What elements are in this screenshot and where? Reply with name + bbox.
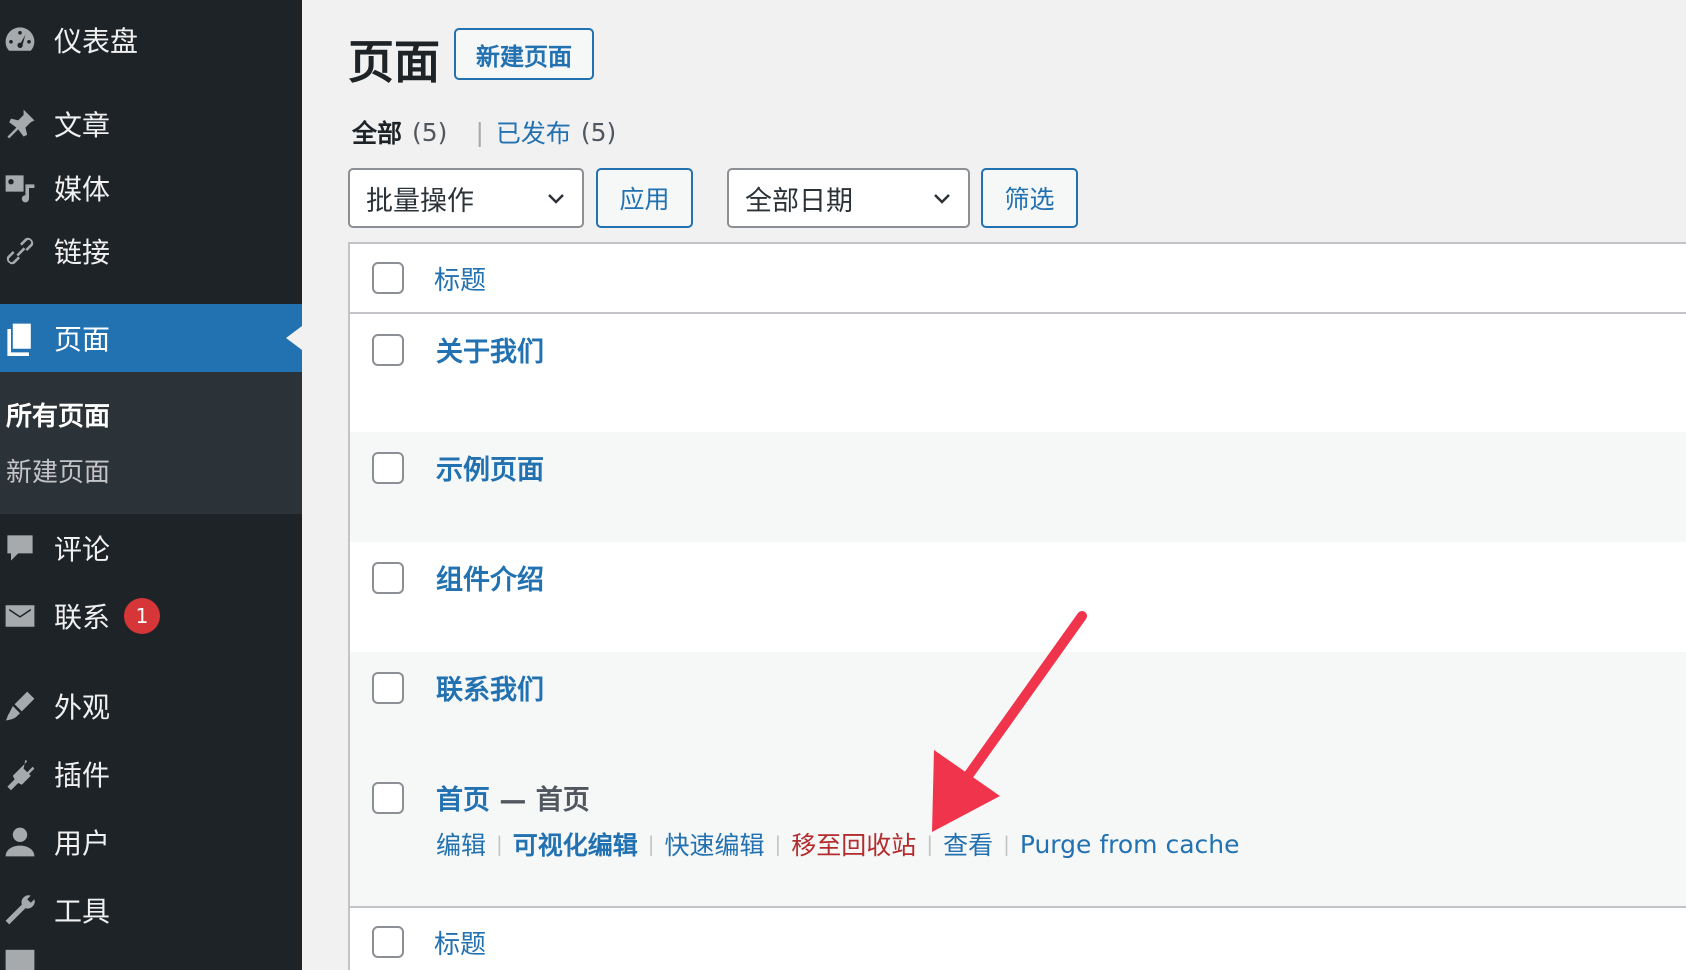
action-separator: | xyxy=(774,832,782,856)
sidebar-item-dashboard[interactable]: 仪表盘 xyxy=(0,6,302,74)
sidebar-item-links[interactable]: 链接 xyxy=(0,217,302,285)
date-filter-value: 全部日期 xyxy=(745,185,853,217)
row-checkbox[interactable] xyxy=(372,334,404,366)
dashboard-icon xyxy=(0,20,40,60)
sidebar-item-pages[interactable]: 页面 xyxy=(0,304,302,372)
annotation-arrow-icon xyxy=(932,611,1087,832)
chevron-down-icon xyxy=(934,194,950,204)
pages-submenu: 所有页面 新建页面 xyxy=(0,372,302,514)
sidebar-item-label: 联系 xyxy=(54,601,111,634)
view-all-count: (5) xyxy=(412,117,448,147)
apply-button[interactable]: 应用 xyxy=(596,168,693,228)
filter-button[interactable]: 筛选 xyxy=(981,168,1078,228)
media-icon xyxy=(0,168,40,208)
plugin-icon xyxy=(0,754,40,794)
view-filters: 全部 (5) | 已发布 (5) xyxy=(352,114,616,150)
sidebar-item-label: 媒体 xyxy=(54,173,111,206)
sidebar-item-settings-partial[interactable] xyxy=(0,944,302,970)
table-header: 标题 xyxy=(350,244,1686,314)
pin-icon xyxy=(0,104,40,144)
page-icon xyxy=(0,318,40,358)
sidebar-item-label: 页面 xyxy=(54,323,111,356)
select-all-checkbox[interactable] xyxy=(372,262,404,294)
quick-edit-link[interactable]: 快速编辑 xyxy=(665,826,765,862)
sidebar-item-users[interactable]: 用户 xyxy=(0,808,302,876)
sidebar-item-posts[interactable]: 文章 xyxy=(0,90,302,158)
view-published[interactable]: 已发布 xyxy=(496,114,571,150)
add-new-page-button[interactable]: 新建页面 xyxy=(454,28,594,80)
view-published-count: (5) xyxy=(580,117,617,147)
sidebar-item-label: 链接 xyxy=(54,236,111,269)
row-title-link[interactable]: 组件介绍 xyxy=(436,558,544,597)
link-icon xyxy=(0,231,40,271)
main-content: 页面 新建页面 全部 (5) | 已发布 (5) 批量操作 应用 全部日期 筛选… xyxy=(302,0,1686,970)
date-filter-select[interactable]: 全部日期 xyxy=(727,168,970,228)
sidebar-item-comments[interactable]: 评论 xyxy=(0,514,302,582)
action-separator: | xyxy=(647,832,655,856)
row-checkbox[interactable] xyxy=(372,672,404,704)
view-all[interactable]: 全部 xyxy=(352,114,402,150)
sidebar-item-label: 插件 xyxy=(54,759,111,792)
wrench-icon xyxy=(0,890,40,930)
brush-icon xyxy=(0,686,40,726)
page-title: 页面 xyxy=(348,35,440,89)
sidebar-item-contact[interactable]: 联系 1 xyxy=(0,582,302,650)
sidebar-item-label: 仪表盘 xyxy=(54,25,139,58)
sidebar-item-tools[interactable]: 工具 xyxy=(0,876,302,944)
mail-icon xyxy=(0,596,40,636)
column-footer-title[interactable]: 标题 xyxy=(434,924,486,961)
chevron-down-icon xyxy=(548,194,564,204)
bulk-actions-select[interactable]: 批量操作 xyxy=(348,168,584,228)
view-separator: | xyxy=(475,117,484,147)
sidebar-item-label: 工具 xyxy=(54,895,111,928)
bulk-actions-value: 批量操作 xyxy=(366,185,474,217)
trash-link[interactable]: 移至回收站 xyxy=(791,826,916,862)
table-row: 关于我们 xyxy=(350,314,1686,432)
edit-link[interactable]: 编辑 xyxy=(436,826,486,862)
comment-icon xyxy=(0,528,40,568)
sidebar-item-label: 文章 xyxy=(54,109,111,142)
column-header-title[interactable]: 标题 xyxy=(434,260,486,297)
row-checkbox[interactable] xyxy=(372,562,404,594)
admin-sidebar: 仪表盘 文章 媒体 链接 页面 所有页面 新建页面 评论 联系 1 外观 插件 … xyxy=(0,0,302,970)
sidebar-item-label: 评论 xyxy=(54,533,111,566)
post-state: — 首页 xyxy=(490,785,590,816)
visual-edit-link[interactable]: 可视化编辑 xyxy=(513,826,638,862)
submenu-new-page[interactable]: 新建页面 xyxy=(6,452,110,489)
sidebar-item-appearance[interactable]: 外观 xyxy=(0,672,302,740)
select-all-checkbox-footer[interactable] xyxy=(372,926,404,958)
row-actions: 编辑 | 可视化编辑 | 快速编辑 | 移至回收站 | 查看 | Purge f… xyxy=(436,826,1240,862)
row-title-link[interactable]: 示例页面 xyxy=(436,448,544,487)
row-title: 首页 — 首页 xyxy=(436,778,590,817)
row-checkbox[interactable] xyxy=(372,782,404,814)
submenu-all-pages[interactable]: 所有页面 xyxy=(6,396,110,433)
row-title-link[interactable]: 联系我们 xyxy=(436,668,544,707)
sidebar-item-media[interactable]: 媒体 xyxy=(0,154,302,222)
sidebar-item-label: 外观 xyxy=(54,691,111,724)
action-separator: | xyxy=(496,832,503,856)
table-footer: 标题 xyxy=(350,906,1686,970)
table-row: 示例页面 xyxy=(350,432,1686,542)
row-title-link[interactable]: 关于我们 xyxy=(436,330,544,369)
row-title-link[interactable]: 首页 xyxy=(436,785,490,816)
sidebar-item-plugins[interactable]: 插件 xyxy=(0,740,302,808)
row-checkbox[interactable] xyxy=(372,452,404,484)
sidebar-item-label: 用户 xyxy=(54,827,111,860)
user-icon xyxy=(0,822,40,862)
settings-icon xyxy=(0,944,40,970)
notification-badge: 1 xyxy=(124,598,161,634)
